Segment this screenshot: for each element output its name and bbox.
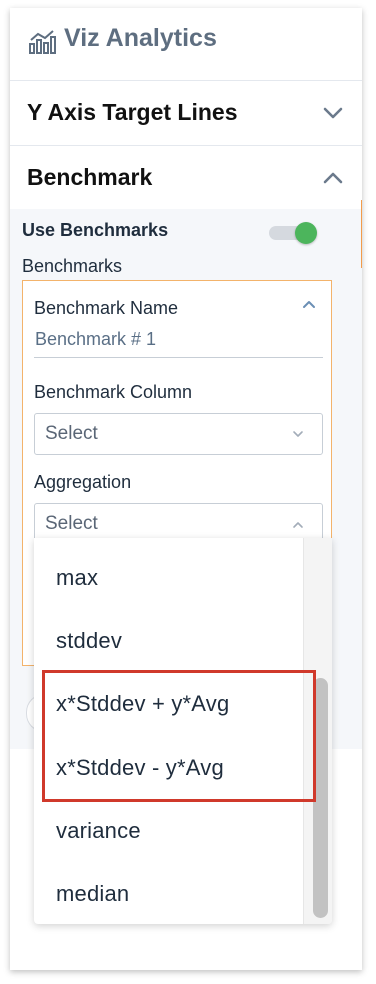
section-y-axis-target-lines[interactable]: Y Axis Target Lines (10, 81, 362, 146)
use-benchmarks-label: Use Benchmarks (22, 220, 169, 240)
benchmarks-label: Benchmarks (22, 256, 123, 276)
chevron-down-icon (293, 431, 303, 437)
benchmark-name-label: Benchmark Name (34, 298, 179, 318)
select-value: Select (45, 513, 98, 534)
benchmark-column-select[interactable]: Select (34, 413, 323, 455)
annotation-highlight-box (42, 670, 316, 802)
benchmark-column-label: Benchmark Column (34, 382, 193, 402)
benchmark-name-input[interactable] (34, 322, 323, 358)
section-benchmark[interactable]: Benchmark (10, 146, 362, 211)
section-label: Benchmark (27, 164, 153, 190)
toggle-knob (295, 222, 317, 244)
use-benchmarks-toggle[interactable] (269, 222, 321, 244)
chevron-down-icon (323, 107, 343, 119)
app-title: Viz Analytics (64, 24, 217, 52)
dropdown-option-stddev[interactable]: stddev (56, 628, 122, 654)
chevron-up-icon (293, 522, 303, 528)
dropdown-option-median[interactable]: median (56, 881, 129, 907)
panel-scroll-indicator[interactable] (361, 200, 362, 268)
dropdown-option-max[interactable]: max (56, 565, 98, 591)
chevron-up-icon (323, 172, 343, 184)
aggregation-label: Aggregation (34, 472, 132, 492)
dropdown-option-variance[interactable]: variance (56, 818, 141, 844)
chevron-up-icon[interactable] (302, 299, 316, 309)
chart-bars-icon (29, 30, 56, 54)
select-value: Select (45, 423, 98, 444)
section-label: Y Axis Target Lines (27, 99, 238, 125)
app-header: Viz Analytics (10, 8, 362, 81)
